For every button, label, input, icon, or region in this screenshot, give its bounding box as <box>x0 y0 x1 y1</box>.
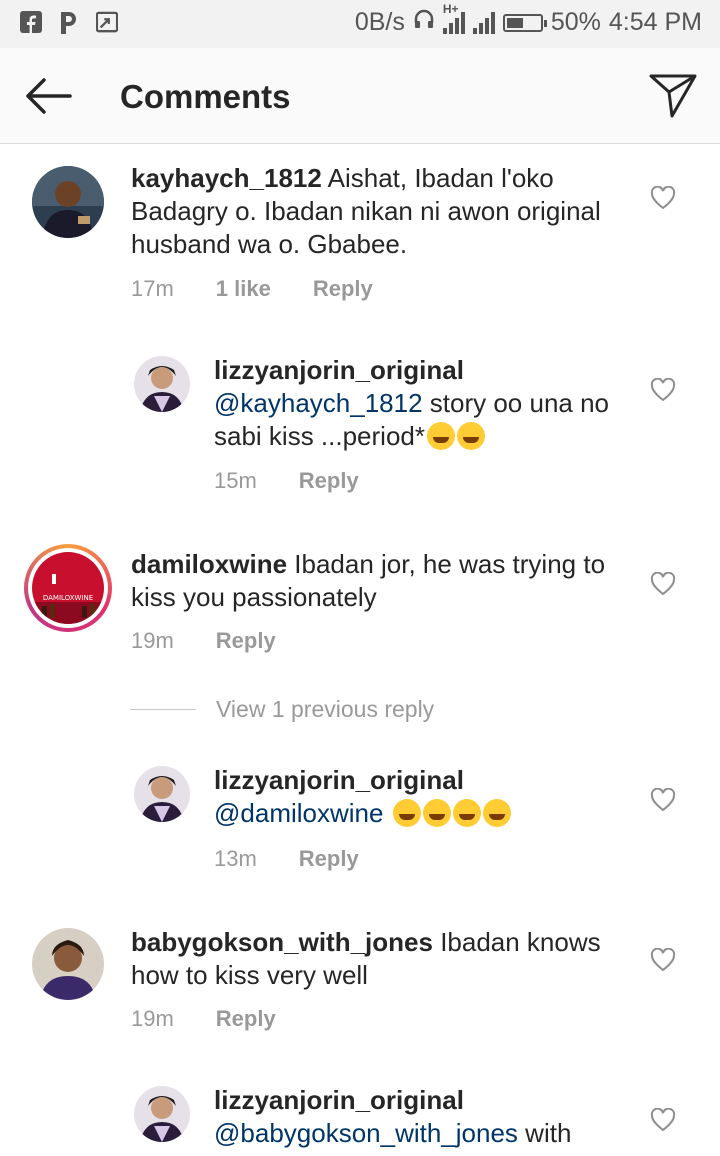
avatar[interactable] <box>32 928 104 1000</box>
signal-icon: H+ <box>442 2 465 34</box>
heart-icon[interactable] <box>650 185 676 210</box>
reply-button[interactable]: Reply <box>299 468 359 494</box>
status-bar: 0B/s H+ 50% 4:54 PM <box>0 0 720 48</box>
facebook-icon <box>20 10 42 34</box>
headphone-icon <box>413 8 435 37</box>
signal-icon-2 <box>472 11 495 34</box>
comment-text: kayhaych_1812 Aishat, Ibadan l'oko Badag… <box>131 162 611 261</box>
clock: 4:54 PM <box>608 8 702 36</box>
heart-icon[interactable] <box>650 1107 676 1132</box>
comment-username[interactable]: babygokson_with_jones <box>131 927 433 957</box>
avatar[interactable] <box>32 166 104 238</box>
comment-time: 15m <box>214 468 257 493</box>
heart-icon[interactable] <box>650 377 676 402</box>
laughing-emoji-icon <box>392 799 421 827</box>
direct-message-icon[interactable] <box>648 72 698 118</box>
battery-icon <box>502 13 547 32</box>
comment-text: babygokson_with_jones Ibadan knows how t… <box>131 926 611 992</box>
comment-text: lizzyanjorin_original @damiloxwine <box>214 764 634 830</box>
comment-body: with <box>525 1118 572 1148</box>
view-previous-replies[interactable]: View 1 previous reply <box>130 696 434 723</box>
comment-time: 17m <box>131 276 174 301</box>
heart-icon[interactable] <box>650 787 676 812</box>
comment-time: 19m <box>131 628 174 653</box>
heart-icon[interactable] <box>650 947 676 972</box>
comment-username[interactable]: damiloxwine <box>131 549 287 579</box>
laughing-emoji-icon <box>422 799 451 827</box>
comment-text: lizzyanjorin_original @kayhaych_1812 sto… <box>214 354 634 453</box>
laughing-emoji-icon <box>456 422 485 450</box>
avatar[interactable] <box>134 356 190 412</box>
reply-item: lizzyanjorin_original @babygokson_with_j… <box>0 1084 720 1156</box>
reply-button[interactable]: Reply <box>299 846 359 872</box>
mention-link[interactable]: @kayhaych_1812 <box>214 388 423 418</box>
mention-link[interactable]: @babygokson_with_jones <box>214 1118 518 1148</box>
header-bar: Comments <box>0 48 720 144</box>
comment-meta: 15m Reply <box>214 468 359 494</box>
reply-button[interactable]: Reply <box>313 276 373 302</box>
laughing-emoji-icon <box>482 799 511 827</box>
avatar-logo-text: DAMILOXWINE <box>43 594 93 602</box>
battery-percent: 50% <box>550 8 601 36</box>
net-speed: 0B/s <box>354 8 405 36</box>
comment-time: 13m <box>214 846 257 871</box>
comment-meta: 19m Reply <box>131 628 276 654</box>
comment-text: damiloxwine Ibadan jor, he was trying to… <box>131 548 611 614</box>
avatar-story-ring[interactable]: DAMILOXWINE <box>24 544 112 632</box>
divider <box>130 709 196 710</box>
comment-username[interactable]: kayhaych_1812 <box>131 163 322 193</box>
laughing-emoji-icon <box>452 799 481 827</box>
comment-username[interactable]: lizzyanjorin_original <box>214 765 464 795</box>
avatar[interactable] <box>134 766 190 822</box>
network-type: H+ <box>442 1 459 16</box>
comment-meta: 17m 1 like Reply <box>131 276 373 302</box>
avatar[interactable] <box>134 1086 190 1142</box>
back-arrow-icon[interactable] <box>22 76 74 116</box>
comment-meta: 19m Reply <box>131 1006 276 1032</box>
comment-meta: 13m Reply <box>214 846 359 872</box>
screenshot-icon <box>96 10 118 34</box>
comment-text: lizzyanjorin_original @babygokson_with_j… <box>214 1084 634 1150</box>
comment-username[interactable]: lizzyanjorin_original <box>214 355 464 385</box>
page-title: Comments <box>120 78 291 115</box>
heart-icon[interactable] <box>650 571 676 596</box>
likes-count[interactable]: 1 like <box>216 276 271 302</box>
mention-link[interactable]: @damiloxwine <box>214 798 383 828</box>
comment-username[interactable]: lizzyanjorin_original <box>214 1085 464 1115</box>
avatar: DAMILOXWINE <box>32 552 104 624</box>
view-previous-label[interactable]: View 1 previous reply <box>216 696 434 723</box>
reply-button[interactable]: Reply <box>216 628 276 654</box>
comment-time: 19m <box>131 1006 174 1031</box>
reply-button[interactable]: Reply <box>216 1006 276 1032</box>
pinterest-icon <box>58 10 80 34</box>
winking-emoji-icon <box>426 422 455 450</box>
